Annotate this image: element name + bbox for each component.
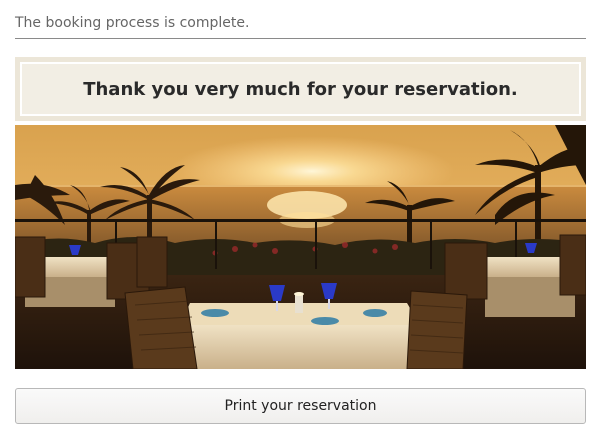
confirmation-heading: Thank you very much for your reservation… bbox=[83, 78, 518, 100]
hero-image-illustration bbox=[15, 125, 586, 369]
confirmation-banner: Thank you very much for your reservation… bbox=[15, 57, 586, 121]
restaurant-sunset-photo bbox=[15, 125, 586, 369]
booking-status-message: The booking process is complete. bbox=[15, 13, 586, 39]
print-reservation-button[interactable]: Print your reservation bbox=[15, 388, 586, 424]
booking-complete-page: The booking process is complete. Thank y… bbox=[0, 0, 600, 437]
